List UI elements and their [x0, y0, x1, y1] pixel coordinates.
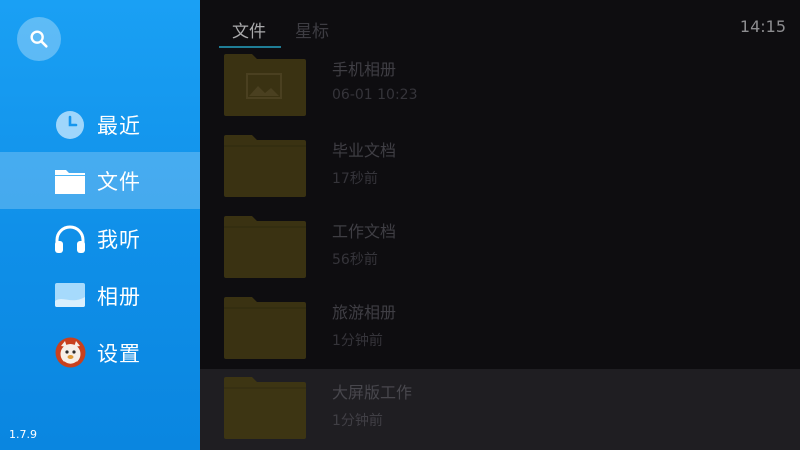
photo-album-icon: [54, 280, 86, 312]
sidebar-item-label: 设置: [97, 341, 141, 366]
folder-icon: [54, 165, 86, 197]
list-item[interactable]: 工作文档 56秒前: [200, 208, 800, 289]
search-icon: [30, 30, 48, 48]
file-name: 工作文档: [332, 222, 397, 241]
clock-icon: [54, 109, 86, 141]
headphones-icon: [54, 223, 86, 255]
tab-starred[interactable]: 星标: [295, 17, 329, 42]
list-item[interactable]: 旅游相册 1分钟前: [200, 289, 800, 370]
file-time: 56秒前: [332, 252, 378, 268]
sidebar-item-album[interactable]: 相册: [0, 267, 200, 324]
sidebar-item-listen[interactable]: 我听: [0, 210, 200, 267]
file-time: 06-01 10:23: [332, 87, 418, 103]
sidebar-item-label: 相册: [97, 284, 141, 309]
list-item[interactable]: 手机相册 06-01 10:23: [200, 46, 800, 127]
file-name: 毕业文档: [332, 141, 397, 160]
sidebar-item-label: 最近: [97, 113, 141, 138]
folder-icon: [224, 295, 306, 359]
list-item[interactable]: 毕业文档 17秒前: [200, 127, 800, 208]
folder-icon: [224, 214, 306, 278]
sidebar-item-files[interactable]: 文件: [0, 152, 200, 209]
file-time: 1分钟前: [332, 333, 383, 349]
file-time: 17秒前: [332, 171, 378, 187]
sidebar-item-recent[interactable]: 最近: [0, 96, 200, 153]
mascot-avatar-icon: [54, 337, 86, 369]
file-browser: 文件 星标 14:15 手机相册 06-01 10:23 毕业文档 17秒前 工…: [200, 0, 800, 450]
app-version: 1.7.9: [9, 428, 37, 441]
clock: 14:15: [739, 17, 786, 36]
file-name: 旅游相册: [332, 303, 397, 322]
sidebar-item-label: 文件: [97, 169, 141, 194]
sidebar-item-settings[interactable]: 设置: [0, 324, 200, 381]
file-name: 手机相册: [332, 60, 397, 79]
sidebar: 最近 文件 我听 相册 设置 1.7.9: [0, 0, 200, 450]
file-name: 大屏版工作: [332, 383, 413, 402]
folder-icon: [224, 375, 306, 439]
folder-icon: [224, 133, 306, 197]
file-time: 1分钟前: [332, 413, 383, 429]
tab-files[interactable]: 文件: [232, 17, 266, 42]
sidebar-item-label: 我听: [97, 227, 141, 252]
search-button[interactable]: [17, 17, 61, 61]
list-item[interactable]: 大屏版工作 1分钟前: [200, 369, 800, 450]
photo-folder-icon: [224, 52, 306, 116]
